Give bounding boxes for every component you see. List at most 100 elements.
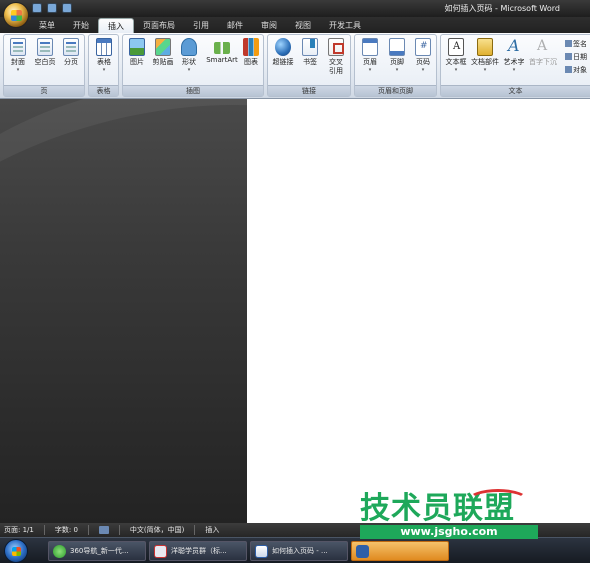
chevron-down-icon: ▾ (512, 67, 516, 73)
cross-reference-label-2: 引用 (329, 67, 343, 75)
group-label-pages: 页 (4, 85, 84, 96)
smartart-icon (214, 42, 230, 54)
tab-4[interactable]: 引用 (184, 18, 218, 33)
cross-reference-label-1: 交叉 (329, 58, 343, 66)
chevron-down-icon: ▾ (16, 67, 20, 73)
table-button[interactable]: 表格 ▾ (92, 37, 116, 83)
header-icon (362, 38, 378, 56)
office-button[interactable] (3, 2, 29, 28)
wordart-icon (506, 36, 522, 56)
group-label-header-footer: 页眉和页脚 (355, 85, 436, 96)
object-icon (565, 66, 572, 73)
document-page[interactable] (247, 99, 590, 523)
chart-label: 图表 (244, 58, 258, 66)
app-name: Microsoft Word (500, 4, 560, 13)
chevron-down-icon: ▾ (395, 67, 399, 73)
status-divider (194, 525, 196, 535)
watermark: 技术员联盟 www.jsgho.com (360, 489, 550, 539)
status-divider (118, 525, 120, 535)
chevron-down-icon: ▾ (421, 67, 425, 73)
group-header-footer: 页眉▾ 页脚▾ 页码▾ 页眉和页脚 (354, 34, 437, 97)
undo-icon[interactable] (47, 3, 57, 13)
ribbon-tabs-bar: 菜单 开始 插入 页面布局 引用 邮件 审阅 视图 开发工具 (0, 17, 590, 33)
tab-1[interactable]: 开始 (64, 18, 98, 33)
chart-button[interactable]: 图表 (239, 37, 263, 83)
word-count-status[interactable]: 字数: 0 (55, 525, 78, 535)
tab-3[interactable]: 页面布局 (134, 18, 184, 33)
text-box-icon (448, 38, 464, 56)
shapes-icon (181, 38, 197, 56)
tab-8[interactable]: 开发工具 (320, 18, 370, 33)
taskbar-item-label: 360导航_新一代... (70, 547, 129, 555)
footer-icon (389, 38, 405, 56)
taskbar-item-label: 如何插入页码 - ... (272, 547, 328, 555)
tab-6[interactable]: 审阅 (252, 18, 286, 33)
page-number-label: 页码 (416, 58, 430, 66)
cover-icon (10, 38, 26, 56)
doc-parts-icon (477, 38, 493, 56)
quick-access-toolbar (32, 3, 72, 13)
tab-2[interactable]: 插入 (98, 18, 134, 33)
proofing-icon[interactable] (98, 526, 109, 534)
document-workspace (0, 99, 590, 523)
object-button[interactable]: 对象 (565, 65, 587, 75)
taskbar-item-360-browser[interactable]: 360导航_新一代... (48, 541, 146, 561)
signature-icon (565, 40, 572, 47)
insert-mode-status[interactable]: 插入 (205, 525, 219, 535)
drop-cap-button[interactable]: 首字下沉 (529, 37, 557, 83)
page-break-label: 分页 (64, 58, 78, 66)
cross-reference-icon (328, 38, 344, 56)
group-label-tables: 表格 (89, 85, 118, 96)
group-label-illustrations: 插图 (123, 85, 263, 96)
taskbar-item-active[interactable] (351, 541, 449, 561)
tab-5[interactable]: 邮件 (218, 18, 252, 33)
group-pages: 封面 ▾ 空白页 分页 页 (3, 34, 85, 97)
picture-icon (129, 38, 145, 56)
redo-icon[interactable] (62, 3, 72, 13)
page-break-button[interactable]: 分页 (59, 37, 83, 83)
start-button[interactable] (4, 539, 28, 563)
drop-cap-label: 首字下沉 (529, 58, 557, 66)
datetime-label: 日期 (573, 53, 587, 61)
drop-cap-icon (535, 38, 551, 56)
page-count-status[interactable]: 页面: 1/1 (4, 525, 34, 535)
object-label: 对象 (573, 66, 587, 74)
tab-0[interactable]: 菜单 (30, 18, 64, 33)
language-status[interactable]: 中文(简体，中国) (130, 525, 184, 535)
chat-icon (154, 544, 167, 558)
title-bar: 如何插入页码 - Microsoft Word (0, 0, 590, 28)
signature-line-button[interactable]: 签名 (565, 39, 587, 49)
chart-icon (243, 38, 259, 56)
status-divider (87, 525, 89, 535)
chevron-down-icon: ▾ (483, 67, 487, 73)
shapes-button[interactable]: 形状 ▾ (177, 37, 201, 83)
group-illustrations: 图片 剪贴画 形状 ▾ SmartArt 图表 插图 (122, 34, 264, 97)
group-tables: 表格 ▾ 表格 (88, 34, 119, 97)
status-divider (43, 525, 45, 535)
group-links: 超链接 书签 交叉 引用 链接 (267, 34, 351, 97)
signature-label: 签名 (573, 40, 587, 48)
clip-art-icon (155, 38, 171, 56)
taskbar-item-label: 洋聪学员群（标... (171, 547, 227, 555)
ribbon-tabs: 菜单 开始 插入 页面布局 引用 邮件 审阅 视图 开发工具 (30, 18, 370, 33)
word-doc-icon (255, 544, 268, 558)
chevron-down-icon: ▾ (102, 67, 106, 73)
datetime-button[interactable]: 日期 (565, 52, 587, 62)
page-number-icon (415, 38, 431, 56)
chevron-down-icon: ▾ (187, 67, 191, 73)
browser-icon (53, 544, 66, 558)
word-app-icon (356, 544, 369, 558)
page-break-icon (63, 38, 79, 56)
tab-7[interactable]: 视图 (286, 18, 320, 33)
cross-reference-button[interactable]: 交叉 引用 (324, 37, 348, 83)
window-title: 如何插入页码 - Microsoft Word (445, 3, 561, 14)
document-name: 如何插入页码 (444, 4, 493, 13)
watermark-url: www.jsgho.com (360, 525, 538, 539)
group-label-links: 链接 (268, 85, 350, 96)
watermark-swirl (468, 489, 528, 511)
chevron-down-icon: ▾ (454, 67, 458, 73)
taskbar-item-word-doc[interactable]: 如何插入页码 - ... (250, 541, 348, 561)
taskbar-item-qq-group[interactable]: 洋聪学员群（标... (149, 541, 247, 561)
page-number-button[interactable]: 页码▾ (411, 37, 435, 83)
save-icon[interactable] (32, 3, 42, 13)
